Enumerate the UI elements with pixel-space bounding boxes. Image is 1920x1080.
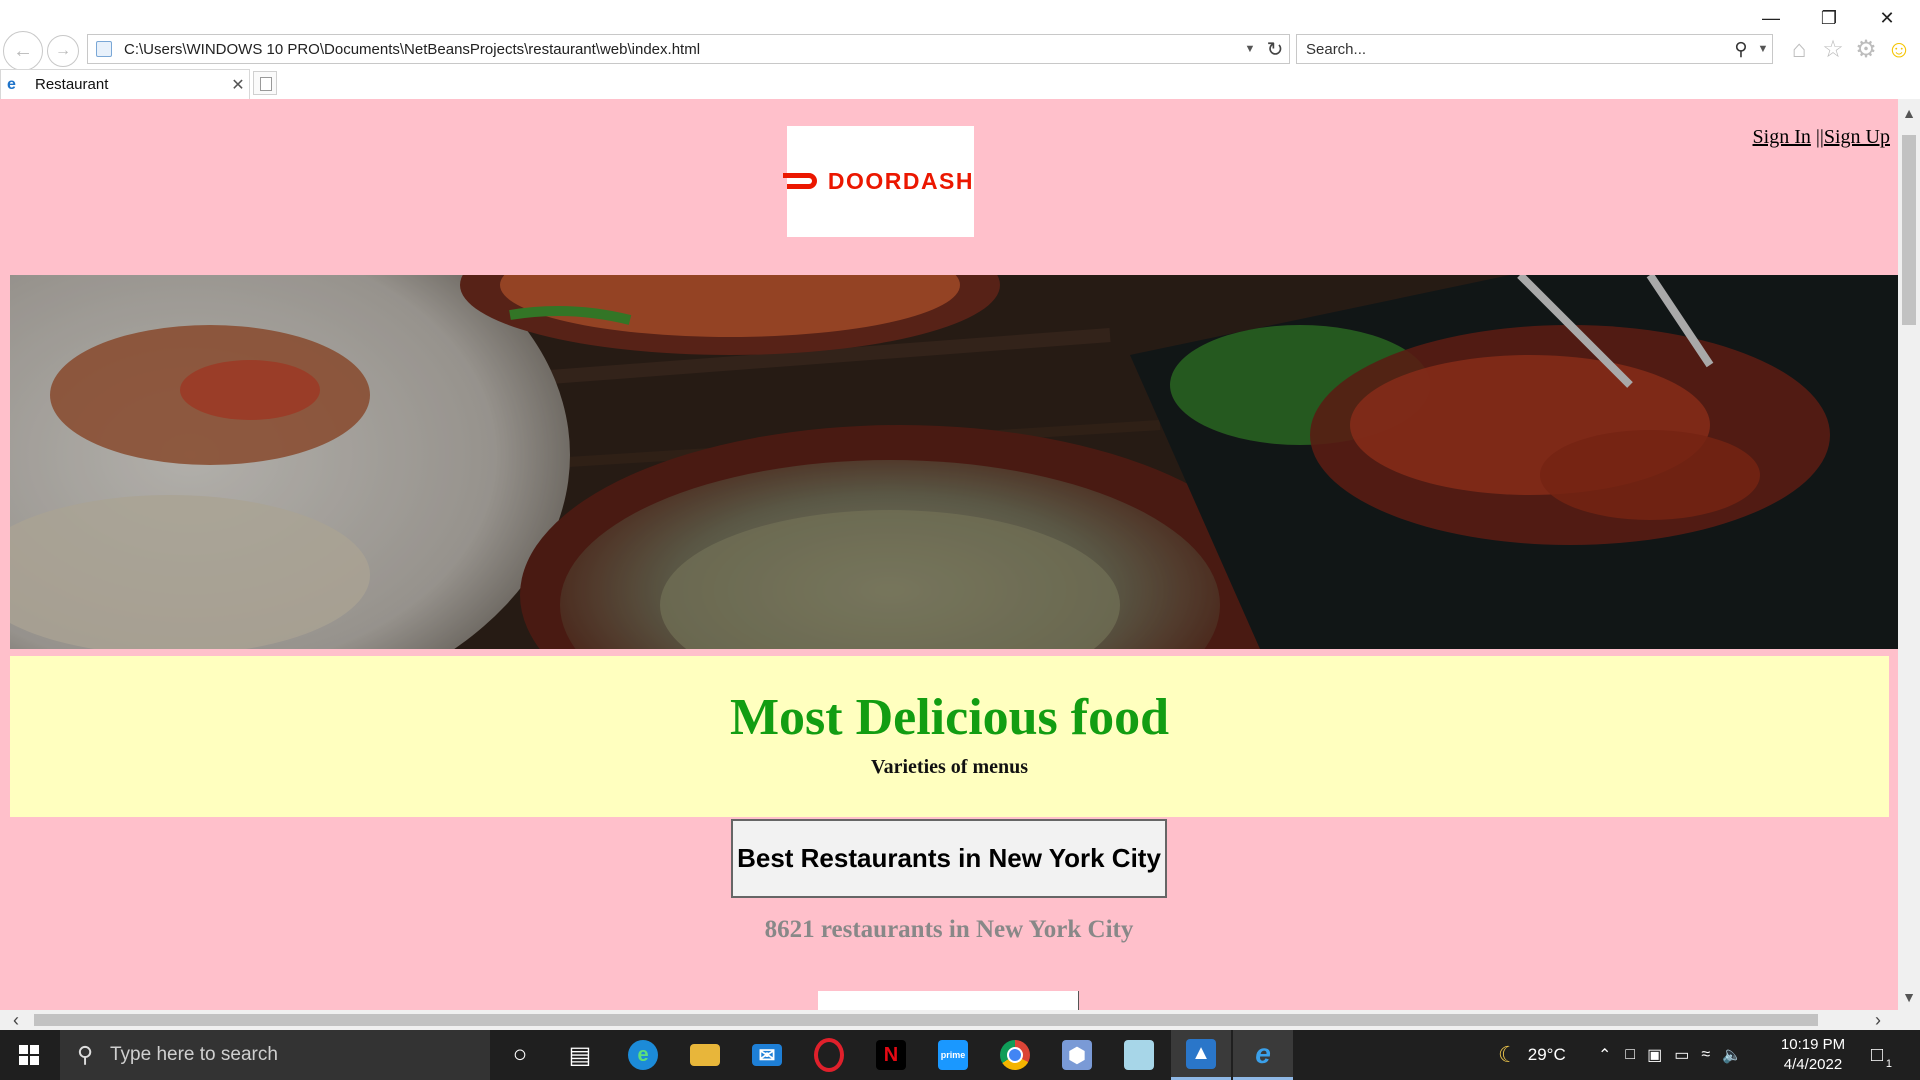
partially-visible-element: [818, 991, 1079, 1010]
horizontal-scroll-thumb[interactable]: [34, 1014, 1818, 1026]
minimize-button[interactable]: —: [1748, 4, 1794, 32]
volume-icon[interactable]: 🔈: [1722, 1045, 1742, 1065]
settings-gear-icon[interactable]: ⚙: [1851, 36, 1881, 64]
headline-banner: Most Delicious food Varieties of menus: [10, 656, 1889, 817]
forward-arrow-icon: →: [55, 42, 71, 59]
favorites-star-icon[interactable]: ☆: [1818, 36, 1848, 64]
home-icon[interactable]: ⌂: [1784, 36, 1814, 64]
vertical-scroll-thumb[interactable]: [1902, 135, 1916, 325]
scroll-down-icon[interactable]: ▼: [1898, 989, 1920, 1005]
restaurant-count: 8621 restaurants in New York City: [764, 916, 1134, 943]
restore-button[interactable]: ❐: [1806, 4, 1852, 32]
tab-restaurant[interactable]: e Restaurant ✕: [0, 69, 250, 99]
moon-weather-icon: ☾: [1498, 1042, 1518, 1067]
best-restaurants-button[interactable]: Best Restaurants in New York City: [731, 819, 1167, 898]
windows-logo-icon: [19, 1045, 39, 1065]
close-tab-icon[interactable]: ✕: [227, 75, 249, 95]
doordash-dash-icon: [783, 170, 820, 194]
page-viewport: DOORDASH Sign In ||Sign Up Most Deliciou…: [0, 99, 1898, 1010]
taskbar-search-placeholder[interactable]: Type here to search: [110, 1044, 278, 1066]
vertical-scrollbar[interactable]: ▲ ▼: [1898, 99, 1920, 1010]
cortana-icon[interactable]: ○: [490, 1030, 550, 1080]
taskbar-search[interactable]: ⚲ Type here to search: [60, 1030, 490, 1080]
scroll-left-icon[interactable]: ‹: [4, 1010, 28, 1030]
notification-count: 1: [1885, 1058, 1892, 1070]
page-icon: [96, 41, 112, 57]
scroll-up-icon[interactable]: ▲: [1898, 105, 1920, 121]
logo-text: DOORDASH: [827, 168, 974, 194]
clock-date: 4/4/2022: [1783, 1056, 1843, 1073]
search-dropdown-icon[interactable]: ▼: [1754, 43, 1772, 55]
wifi-icon[interactable]: ≈: [1701, 1046, 1710, 1064]
headline: Most Delicious food: [729, 689, 1170, 746]
scrollbar-corner: [1898, 1010, 1920, 1030]
box-app-icon[interactable]: ⬢: [1047, 1030, 1107, 1080]
clock-time: 10:19 PM: [1780, 1036, 1846, 1053]
start-button[interactable]: [0, 1030, 58, 1080]
battery-icon[interactable]: ▭: [1674, 1045, 1689, 1065]
security-icon[interactable]: ▣: [1647, 1045, 1662, 1065]
address-url[interactable]: C:\Users\WINDOWS 10 PRO\Documents\NetBea…: [124, 41, 1239, 58]
tab-title: Restaurant: [35, 76, 109, 93]
hero-food-image: [10, 275, 1898, 649]
auth-separator: ||: [1815, 126, 1824, 148]
address-dropdown-icon[interactable]: ▼: [1239, 43, 1261, 55]
close-window-button[interactable]: ✕: [1864, 4, 1910, 32]
opera-icon[interactable]: [799, 1030, 859, 1080]
weather-widget[interactable]: ☾ 29°C: [1498, 1030, 1566, 1080]
task-view-icon[interactable]: ▤: [550, 1030, 610, 1080]
chrome-icon[interactable]: [985, 1030, 1045, 1080]
photos-icon[interactable]: ▲: [1171, 1030, 1231, 1080]
doordash-logo[interactable]: DOORDASH: [783, 126, 974, 237]
system-tray: ⌃ □ ▣ ▭ ≈ 🔈: [1590, 1030, 1748, 1080]
browser-search-box[interactable]: Search... ⚲ ▼: [1296, 34, 1773, 64]
scroll-right-icon[interactable]: ›: [1866, 1010, 1890, 1030]
auth-links: Sign In ||Sign Up: [1753, 126, 1890, 149]
internet-explorer-icon[interactable]: e: [1233, 1030, 1293, 1080]
back-button[interactable]: ←: [3, 31, 43, 71]
sign-up-link[interactable]: Sign Up: [1824, 126, 1890, 148]
new-tab-button[interactable]: [253, 71, 277, 95]
taskbar-search-icon: ⚲: [76, 1042, 94, 1067]
notification-center-icon[interactable]: □ 1: [1862, 1040, 1892, 1070]
mail-icon[interactable]: ✉: [737, 1030, 797, 1080]
netflix-icon[interactable]: N: [861, 1030, 921, 1080]
subheadline: Varieties of menus: [870, 756, 1029, 778]
search-icon[interactable]: ⚲: [1728, 39, 1754, 60]
back-arrow-icon: ←: [13, 39, 33, 62]
file-explorer-icon[interactable]: [675, 1030, 735, 1080]
refresh-icon[interactable]: ↻: [1261, 37, 1289, 62]
weather-temp: 29°C: [1527, 1045, 1566, 1064]
clock[interactable]: 10:19 PM 4/4/2022: [1778, 1035, 1848, 1075]
show-hidden-icons-icon[interactable]: ⌃: [1598, 1045, 1611, 1065]
browser-search-placeholder[interactable]: Search...: [1297, 41, 1728, 58]
taskbar: ⚲ Type here to search ○ ▤ e ✉ N prime ⬢ …: [0, 1030, 1920, 1080]
notepad-icon[interactable]: [1109, 1030, 1169, 1080]
sign-in-link[interactable]: Sign In: [1753, 126, 1811, 148]
feedback-smiley-icon[interactable]: ☺: [1884, 36, 1914, 64]
horizontal-scrollbar[interactable]: ‹ ›: [0, 1010, 1898, 1030]
ie-favicon-icon: e: [7, 75, 16, 93]
prime-video-icon[interactable]: prime: [923, 1030, 983, 1080]
browser-chrome: ← → C:\Users\WINDOWS 10 PRO\Documents\Ne…: [0, 0, 1920, 71]
forward-button[interactable]: →: [47, 35, 79, 67]
meet-now-icon[interactable]: □: [1625, 1046, 1635, 1064]
address-bar[interactable]: C:\Users\WINDOWS 10 PRO\Documents\NetBea…: [87, 34, 1290, 64]
edge-icon[interactable]: e: [613, 1030, 673, 1080]
